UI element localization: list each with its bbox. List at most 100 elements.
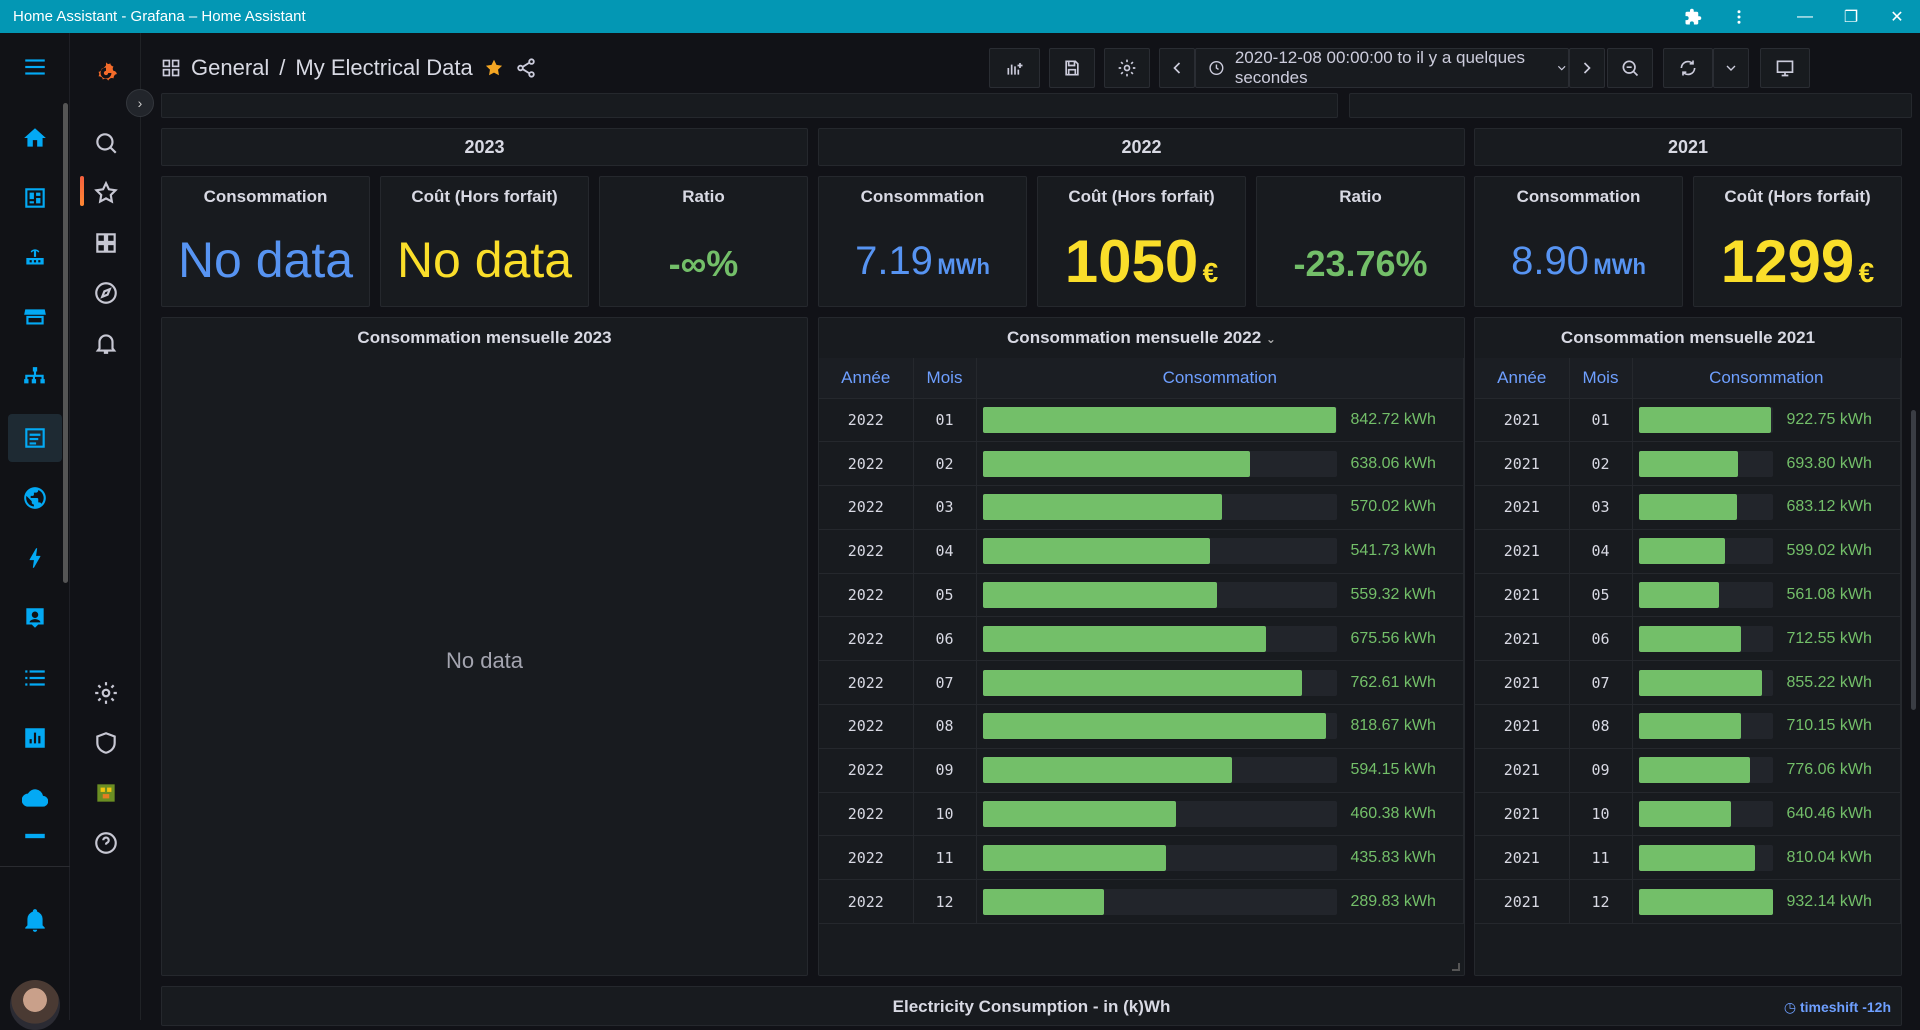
table-row: 2021 02 693.80 kWh xyxy=(1475,441,1901,487)
devices-icon[interactable] xyxy=(8,234,62,282)
user-avatar[interactable] xyxy=(10,980,60,1030)
gauge-track xyxy=(982,538,1337,565)
panel-title[interactable]: Electricity Consumption - in (k)Wh xyxy=(162,997,1901,1017)
clock-icon xyxy=(1209,60,1224,76)
resize-handle[interactable] xyxy=(1452,963,1460,971)
gauge-bar xyxy=(982,582,1217,609)
cell-year: 2022 xyxy=(819,835,914,881)
gauge-bar xyxy=(1638,801,1731,828)
server-admin-icon[interactable] xyxy=(84,721,128,765)
alerting-icon[interactable] xyxy=(84,321,128,365)
stat-title: Consommation xyxy=(860,187,985,206)
cell-month: 08 xyxy=(913,704,977,749)
extensions-icon[interactable] xyxy=(1670,0,1716,33)
stat-ratio-2023: Ratio -∞% xyxy=(599,176,808,307)
menu-icon[interactable] xyxy=(8,43,62,91)
stat-title: Coût (Hors forfait) xyxy=(411,187,558,206)
zoom-out-button[interactable] xyxy=(1607,48,1653,88)
save-dashboard-button[interactable] xyxy=(1049,48,1095,88)
configuration-icon[interactable] xyxy=(84,671,128,715)
gauge-bar xyxy=(982,669,1302,696)
more-icon[interactable] xyxy=(1716,0,1762,33)
logbook-icon[interactable] xyxy=(8,654,62,702)
minimize-icon[interactable]: — xyxy=(1782,0,1828,33)
explore-icon[interactable] xyxy=(84,271,128,315)
cloud-icon[interactable] xyxy=(8,774,62,822)
stat-value: -23.76% xyxy=(1293,243,1428,284)
gauge-track xyxy=(1638,494,1773,521)
grafana-logo-icon[interactable] xyxy=(84,51,128,95)
search-icon[interactable] xyxy=(84,121,128,165)
dashboard-settings-button[interactable] xyxy=(1104,48,1150,88)
gauge-bar xyxy=(1638,450,1738,477)
grafana-icon[interactable] xyxy=(8,414,62,462)
cell-month: 06 xyxy=(913,616,977,662)
home-icon[interactable] xyxy=(8,114,62,162)
cell-month: 05 xyxy=(1569,573,1633,618)
cell-month: 01 xyxy=(1569,398,1633,443)
notifications-icon[interactable] xyxy=(8,896,62,944)
column-header-year[interactable]: Année xyxy=(819,358,914,399)
time-range-back-button[interactable] xyxy=(1159,48,1195,88)
stat-unit: € xyxy=(1858,257,1875,288)
favorite-star-icon[interactable] xyxy=(483,57,505,79)
cell-month: 07 xyxy=(1569,660,1633,706)
share-icon[interactable] xyxy=(515,57,537,79)
stat-unit: € xyxy=(1202,257,1219,288)
maximize-icon[interactable]: ❐ xyxy=(1828,0,1874,33)
globe-icon[interactable] xyxy=(8,474,62,522)
cell-consumption: 640.46 kWh xyxy=(1632,792,1901,837)
dashboard-icon[interactable] xyxy=(8,174,62,222)
grafana-user-avatar[interactable] xyxy=(84,771,128,815)
dashboards-icon[interactable] xyxy=(84,221,128,265)
cell-month: 04 xyxy=(1569,529,1633,574)
network-icon[interactable] xyxy=(8,354,62,402)
help-icon[interactable] xyxy=(84,821,128,865)
panel-title[interactable]: Consommation mensuelle 2022 ⌄ xyxy=(819,328,1464,348)
table-row: 2021 05 561.08 kWh xyxy=(1475,573,1901,618)
stat-consumption-2023: Consommation No data xyxy=(161,176,370,307)
cell-year: 2021 xyxy=(1475,529,1570,574)
time-range-picker[interactable]: 2020-12-08 00:00:00 to il y a quelques s… xyxy=(1195,48,1569,88)
column-header-month[interactable]: Mois xyxy=(913,358,977,399)
year-header-2021: 2021 xyxy=(1474,128,1902,166)
starred-icon[interactable] xyxy=(84,171,128,215)
table-row: 2022 07 762.61 kWh xyxy=(819,660,1464,706)
page-scrollbar[interactable] xyxy=(1911,410,1916,710)
gauge-value: 818.67 kWh xyxy=(1350,717,1436,735)
tv-mode-button[interactable] xyxy=(1760,48,1810,88)
gauge-value: 594.15 kWh xyxy=(1350,761,1436,779)
breadcrumb-folder[interactable]: General xyxy=(191,55,269,81)
time-range-forward-button[interactable] xyxy=(1569,48,1605,88)
column-header-consumption[interactable]: Consommation xyxy=(976,358,1464,399)
gauge-track xyxy=(982,494,1337,521)
gauge-track xyxy=(1638,801,1773,828)
close-icon[interactable]: ✕ xyxy=(1874,0,1920,33)
cell-month: 03 xyxy=(1569,485,1633,530)
cell-month: 02 xyxy=(913,441,977,487)
column-header-year[interactable]: Année xyxy=(1475,358,1570,399)
history-icon[interactable] xyxy=(8,714,62,762)
cell-consumption: 710.15 kWh xyxy=(1632,704,1901,749)
refresh-interval-button[interactable] xyxy=(1713,48,1749,88)
cell-consumption: 762.61 kWh xyxy=(976,660,1464,706)
refresh-button[interactable] xyxy=(1663,48,1713,88)
panel-title[interactable]: Consommation mensuelle 2021 xyxy=(1475,328,1901,348)
hacs-icon[interactable] xyxy=(8,294,62,342)
gauge-bar xyxy=(982,494,1222,521)
column-header-month[interactable]: Mois xyxy=(1569,358,1633,399)
gauge-track xyxy=(982,582,1337,609)
person-icon[interactable] xyxy=(8,594,62,642)
energy-icon[interactable] xyxy=(8,534,62,582)
sidebar-scrollbar[interactable] xyxy=(63,103,68,583)
panel-title[interactable]: Consommation mensuelle 2023 xyxy=(162,328,807,348)
time-range-label: 2020-12-08 00:00:00 to il y a quelques s… xyxy=(1234,48,1526,87)
dashboard-title[interactable]: My Electrical Data xyxy=(295,55,472,81)
expand-sidebar-button[interactable]: › xyxy=(126,89,154,117)
add-panel-button[interactable] xyxy=(989,48,1040,88)
column-header-consumption[interactable]: Consommation xyxy=(1632,358,1901,399)
cell-year: 2022 xyxy=(819,529,914,574)
terminal-icon[interactable] xyxy=(8,826,62,846)
cell-consumption: 541.73 kWh xyxy=(976,529,1464,574)
monthly-table-2022: Année Mois Consommation 2022 01 842.72 kWh… xyxy=(819,358,1464,925)
